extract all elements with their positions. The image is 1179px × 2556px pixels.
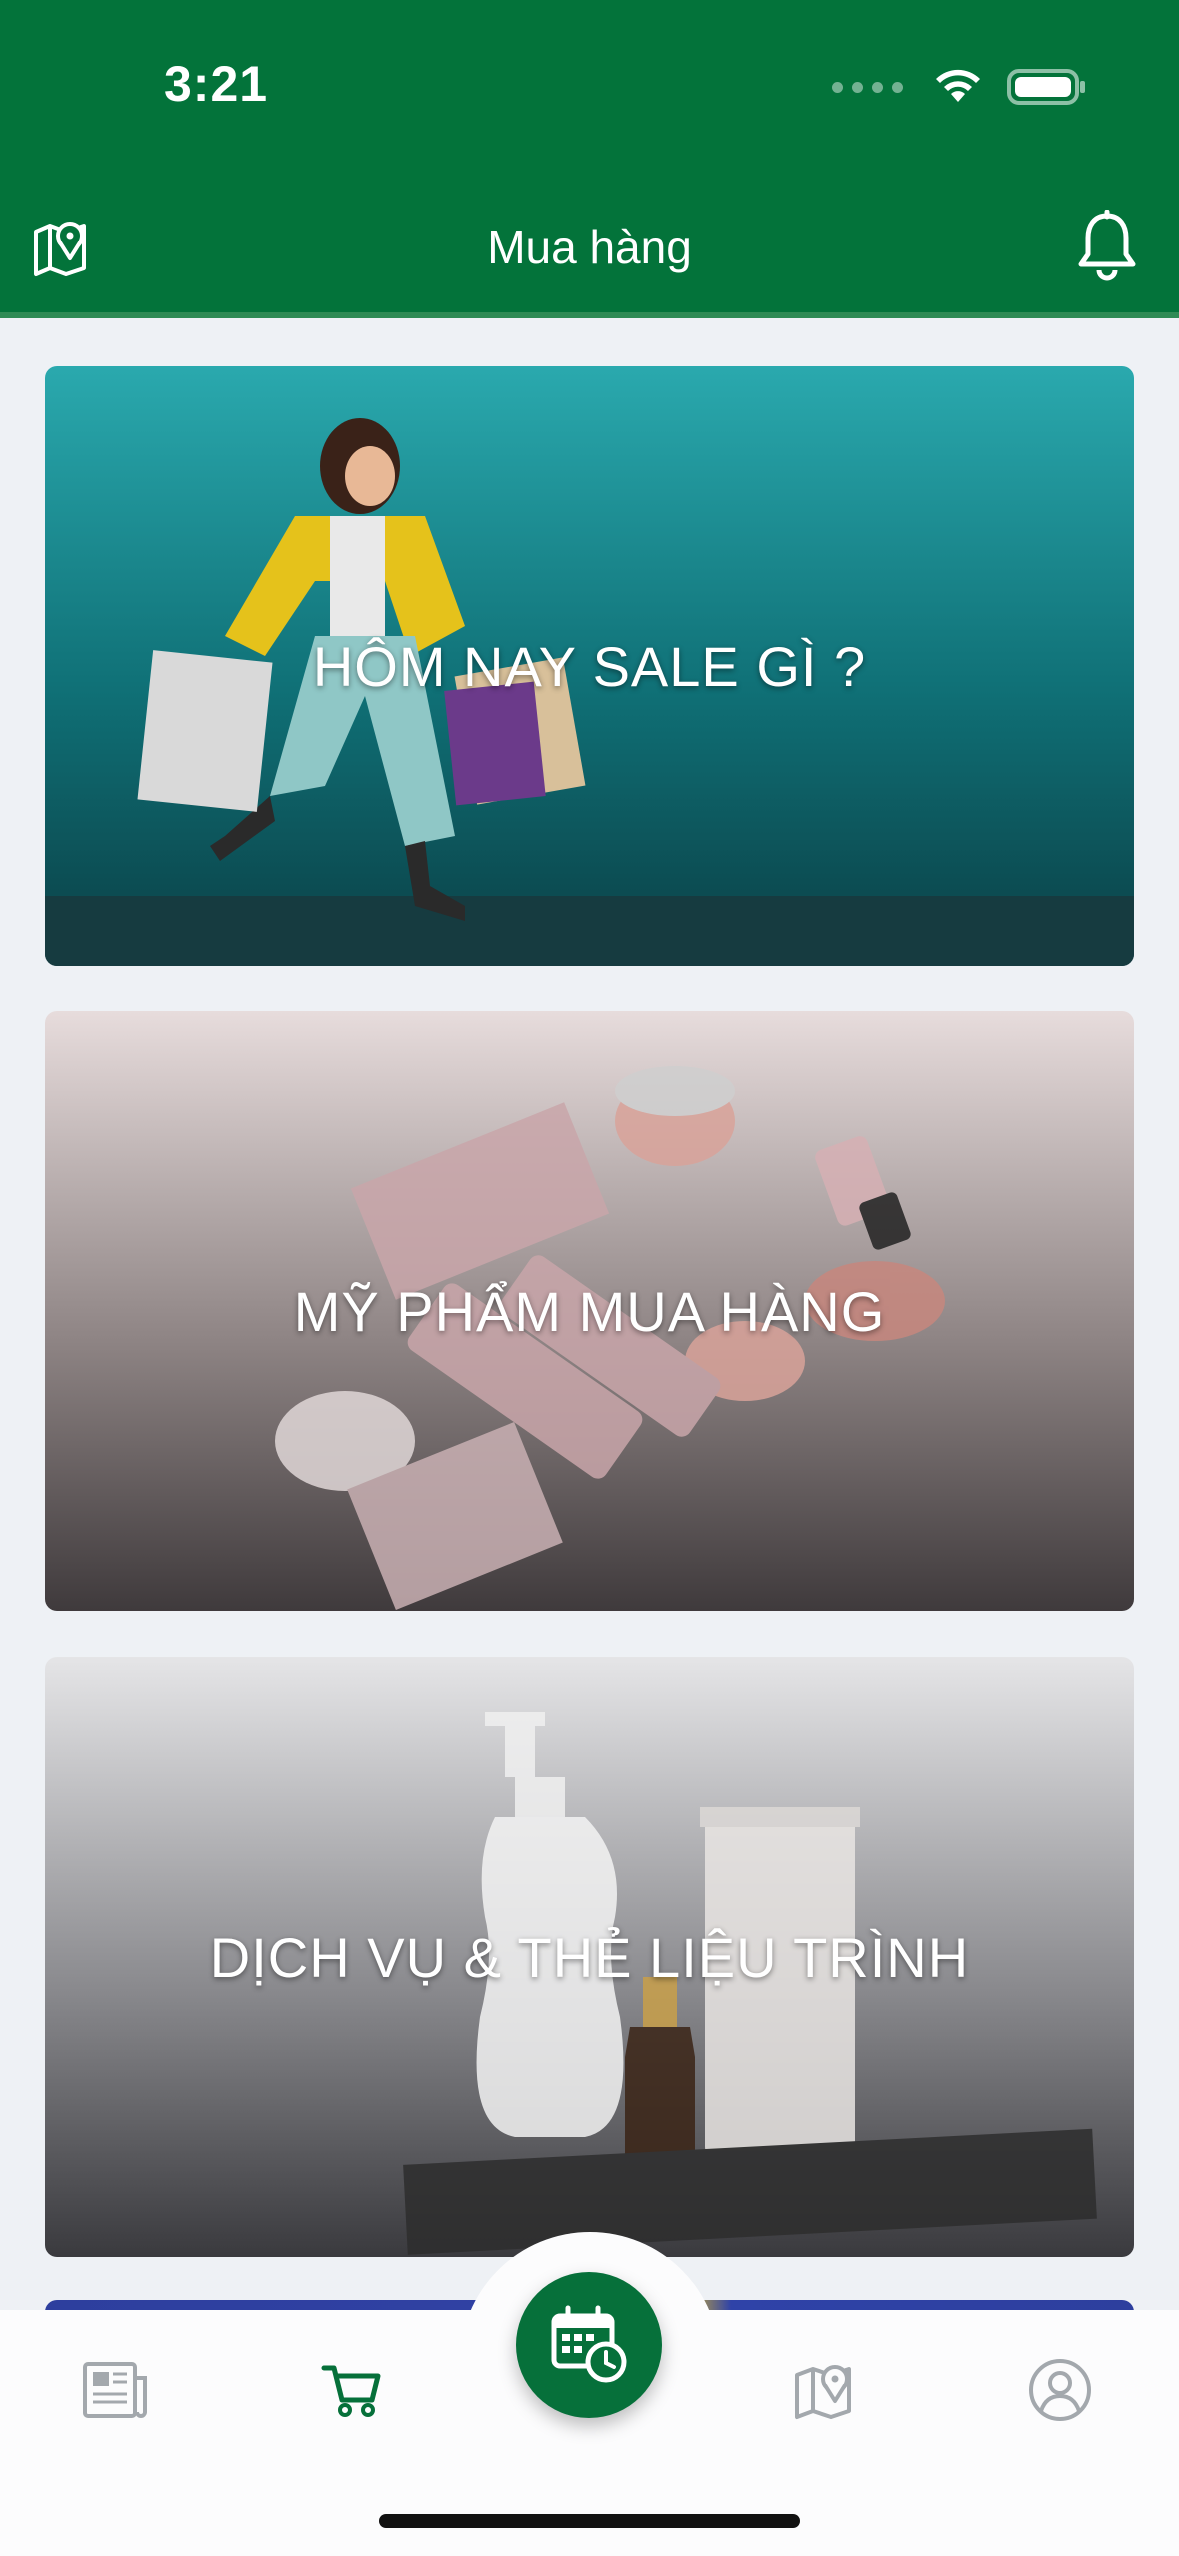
status-indicators bbox=[832, 62, 1087, 112]
calendar-clock-icon bbox=[551, 2305, 627, 2383]
status-time: 3:21 bbox=[164, 56, 269, 112]
wifi-icon bbox=[936, 69, 980, 102]
cellular-signal-icon bbox=[832, 81, 903, 93]
tab-profile[interactable] bbox=[1020, 2350, 1100, 2430]
page-title: Mua hàng bbox=[487, 221, 692, 273]
card-label: DỊCH VỤ & THẺ LIỆU TRÌNH bbox=[209, 1925, 970, 1989]
cosmetics-card[interactable]: MỸ PHẨM MUA HÀNG bbox=[45, 1011, 1134, 1611]
map-pin-icon bbox=[795, 2365, 851, 2419]
card-label: MỸ PHẨM MUA HÀNG bbox=[293, 1279, 886, 1343]
tab-news[interactable] bbox=[76, 2350, 156, 2430]
home-indicator[interactable] bbox=[379, 2514, 800, 2528]
card-label: HÔM NAY SALE GÌ ? bbox=[312, 634, 867, 698]
tab-map[interactable] bbox=[784, 2350, 864, 2430]
newspaper-icon bbox=[83, 2362, 147, 2418]
user-circle-icon bbox=[1029, 2359, 1091, 2421]
booking-button[interactable] bbox=[516, 2272, 662, 2418]
tab-shopping[interactable] bbox=[312, 2350, 392, 2430]
cart-icon bbox=[321, 2365, 381, 2417]
sale-card[interactable]: HÔM NAY SALE GÌ ? bbox=[45, 366, 1134, 966]
battery-icon bbox=[1007, 69, 1085, 105]
bell-icon[interactable] bbox=[1076, 209, 1138, 287]
services-card[interactable]: DỊCH VỤ & THẺ LIỆU TRÌNH bbox=[45, 1657, 1134, 2257]
header-divider bbox=[0, 312, 1179, 318]
